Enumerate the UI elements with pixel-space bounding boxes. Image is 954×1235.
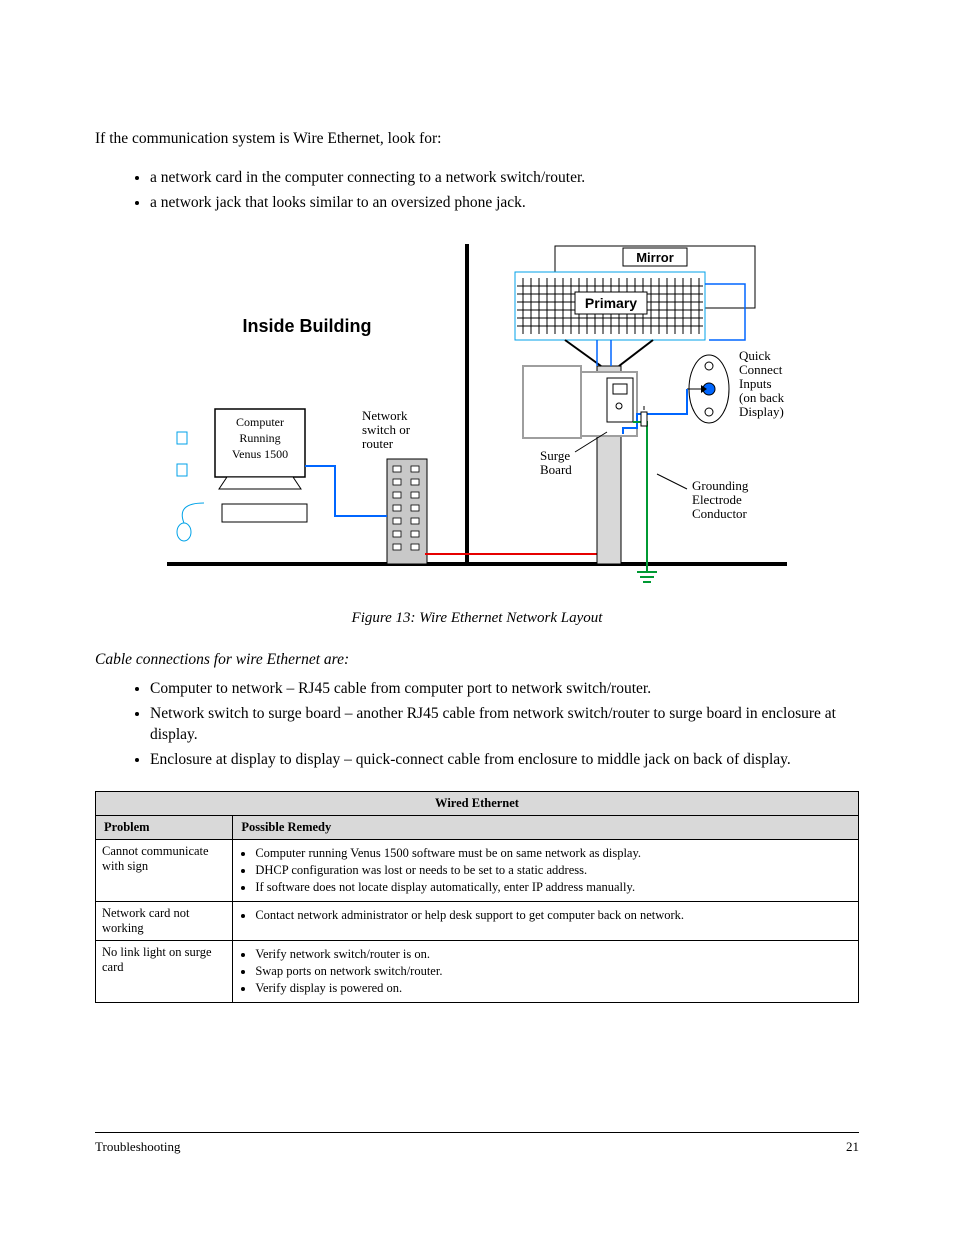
top-bullet-list: a network card in the computer connectin… bbox=[95, 168, 859, 214]
svg-text:Computer: Computer bbox=[236, 415, 284, 429]
list-item: Enclosure at display to display – quick-… bbox=[150, 750, 859, 771]
svg-text:switch or: switch or bbox=[362, 422, 411, 437]
svg-text:Running: Running bbox=[239, 431, 280, 445]
list-item: a network jack that looks similar to an … bbox=[150, 193, 859, 214]
page-footer: Troubleshooting 21 bbox=[95, 1132, 859, 1155]
svg-text:Display): Display) bbox=[739, 404, 784, 419]
problem-cell: Network card not working bbox=[96, 901, 233, 940]
figure-caption: Figure 13: Wire Ethernet Network Layout bbox=[95, 610, 859, 627]
remedy-cell: Contact network administrator or help de… bbox=[233, 901, 859, 940]
svg-text:Grounding: Grounding bbox=[692, 478, 749, 493]
wired-ethernet-diagram: Inside Building Computer Running Venus 1… bbox=[167, 234, 787, 594]
cable-heading: Cable connections for wire Ethernet are: bbox=[95, 651, 859, 669]
list-item: Computer to network – RJ45 cable from co… bbox=[150, 679, 859, 700]
svg-text:Inputs: Inputs bbox=[739, 376, 772, 391]
problem-cell: No link light on surge card bbox=[96, 940, 233, 1002]
problem-cell: Cannot communicate with sign bbox=[96, 839, 233, 901]
footer-section: Troubleshooting bbox=[95, 1139, 180, 1155]
cable-bullet-list: Computer to network – RJ45 cable from co… bbox=[95, 679, 859, 771]
list-item: a network card in the computer connectin… bbox=[150, 168, 859, 189]
svg-text:Primary: Primary bbox=[585, 295, 637, 311]
table-row: Network card not working Contact network… bbox=[96, 901, 859, 940]
svg-text:Electrode: Electrode bbox=[692, 492, 742, 507]
svg-text:Venus 1500: Venus 1500 bbox=[232, 447, 288, 461]
svg-text:Conductor: Conductor bbox=[692, 506, 748, 521]
svg-text:Network: Network bbox=[362, 408, 408, 423]
table-row: No link light on surge card Verify netwo… bbox=[96, 940, 859, 1002]
svg-text:Surge: Surge bbox=[540, 448, 570, 463]
footer-page-number: 21 bbox=[846, 1139, 859, 1155]
table-col-problem: Problem bbox=[96, 815, 233, 839]
list-item: Network switch to surge board – another … bbox=[150, 704, 859, 746]
list-item: Verify display is powered on. bbox=[255, 981, 852, 996]
table-row: Cannot communicate with sign Computer ru… bbox=[96, 839, 859, 901]
svg-text:Board: Board bbox=[540, 462, 572, 477]
table-col-remedy: Possible Remedy bbox=[233, 815, 859, 839]
intro-text: If the communication system is Wire Ethe… bbox=[95, 130, 859, 148]
list-item: Verify network switch/router is on. bbox=[255, 947, 852, 962]
list-item: Computer running Venus 1500 software mus… bbox=[255, 846, 852, 861]
label-inside-building: Inside Building bbox=[243, 316, 372, 336]
svg-text:Connect: Connect bbox=[739, 362, 783, 377]
svg-text:router: router bbox=[362, 436, 394, 451]
table-title: Wired Ethernet bbox=[96, 791, 859, 815]
list-item: DHCP configuration was lost or needs to … bbox=[255, 863, 852, 878]
list-item: Contact network administrator or help de… bbox=[255, 908, 852, 923]
troubleshooting-table: Wired Ethernet Problem Possible Remedy C… bbox=[95, 791, 859, 1003]
svg-text:(on back of: (on back of bbox=[739, 390, 787, 405]
list-item: If software does not locate display auto… bbox=[255, 880, 852, 895]
remedy-cell: Verify network switch/router is on. Swap… bbox=[233, 940, 859, 1002]
list-item: Swap ports on network switch/router. bbox=[255, 964, 852, 979]
svg-text:Mirror: Mirror bbox=[636, 250, 674, 265]
svg-text:Quick: Quick bbox=[739, 348, 771, 363]
remedy-cell: Computer running Venus 1500 software mus… bbox=[233, 839, 859, 901]
